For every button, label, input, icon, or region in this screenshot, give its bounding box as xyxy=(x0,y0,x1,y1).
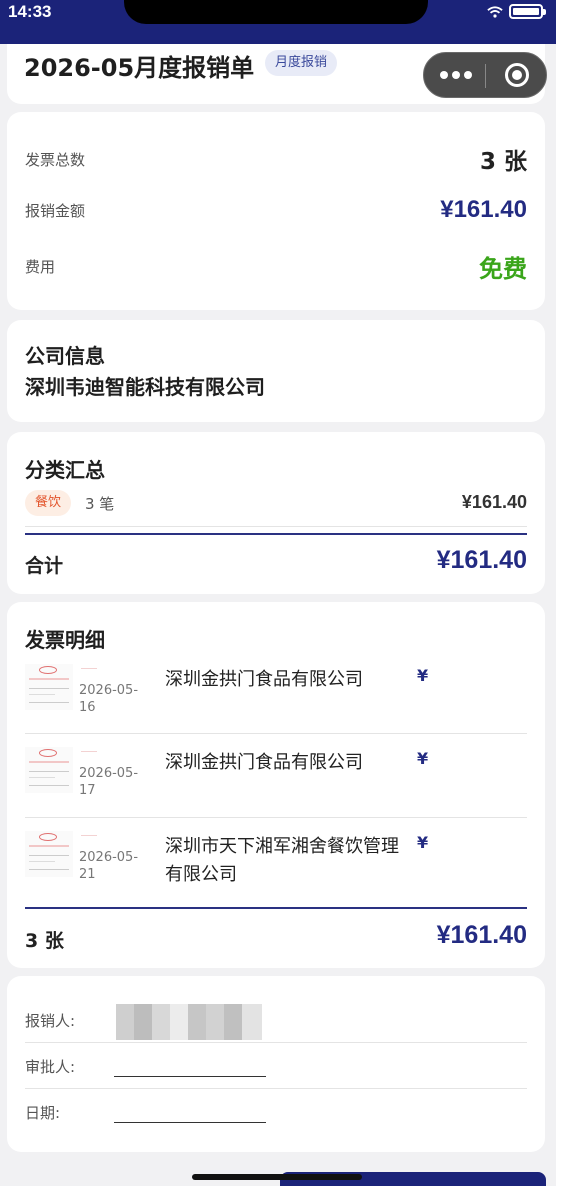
reimburser-label: 报销人: xyxy=(25,1012,76,1030)
amount-value: ¥161.40 xyxy=(440,196,527,223)
divider xyxy=(25,733,527,734)
invoice-date: 2026-05-21 xyxy=(79,850,139,882)
approver-signature-line xyxy=(114,1076,266,1077)
category-section-title: 分类汇总 xyxy=(25,458,105,482)
total-amount: ¥161.40 xyxy=(436,546,527,574)
reimburser-name-redacted xyxy=(116,1004,262,1040)
device-notch xyxy=(124,0,428,24)
invoice-date: 2026-05-17 xyxy=(79,766,139,798)
invoice-thumbnail[interactable] xyxy=(25,664,73,710)
wifi-icon xyxy=(487,5,503,18)
company-name: 深圳韦迪智能科技有限公司 xyxy=(25,375,265,399)
status-time: 14:33 xyxy=(8,2,52,21)
divider xyxy=(25,1042,527,1043)
invoice-vendor: 深圳市天下湘军湘舍餐饮管理有限公司 xyxy=(165,836,399,885)
amount-row: 报销金额 ¥161.40 xyxy=(25,196,527,224)
invoice-detail-card: 发票明细 2026-05-16 深圳金拱门食品有限公司 ¥ 2026-05-17… xyxy=(7,602,545,968)
category-amount: ¥161.40 xyxy=(461,492,527,512)
battery-icon xyxy=(509,4,546,19)
category-card: 分类汇总 餐饮 3 笔 ¥161.40 合计 ¥161.40 xyxy=(7,432,545,594)
invoice-date: 2026-05-16 xyxy=(79,683,139,715)
invoice-count-label: 发票总数 xyxy=(25,150,86,169)
total-divider xyxy=(25,907,527,909)
home-indicator[interactable] xyxy=(192,1174,362,1180)
invoice-vendor: 深圳金拱门食品有限公司 xyxy=(165,669,363,690)
page-body: 2026-05月度报销单 月度报销 发票总数 3 张 报销金额 ¥161.40 … xyxy=(0,44,558,1186)
total-divider xyxy=(25,533,527,535)
fee-label: 费用 xyxy=(25,258,56,276)
status-bar: 14:33 xyxy=(0,0,558,44)
signature-card: 报销人: 审批人: 日期: xyxy=(7,976,545,1152)
total-label: 合计 xyxy=(25,555,64,577)
category-tag-food: 餐饮 xyxy=(25,490,72,516)
right-edge xyxy=(556,0,566,1186)
company-section-title: 公司信息 xyxy=(25,344,105,368)
fee-value: 免费 xyxy=(479,255,527,283)
page-title: 2026-05月度报销单 xyxy=(24,54,255,82)
divider xyxy=(25,1088,527,1089)
invoice-amount: ¥ xyxy=(417,833,429,852)
fee-row: 费用 免费 xyxy=(25,249,527,284)
divider xyxy=(25,526,527,527)
date-signature-line xyxy=(114,1122,266,1123)
invoice-vendor: 深圳金拱门食品有限公司 xyxy=(165,752,363,773)
invoice-row[interactable]: 2026-05-17 深圳金拱门食品有限公司 ¥ xyxy=(25,743,527,827)
divider xyxy=(25,817,527,818)
invoice-amount: ¥ xyxy=(417,666,429,685)
invoice-count-value: 3 张 xyxy=(479,149,527,175)
invoice-section-title: 发票明细 xyxy=(25,628,105,652)
invoice-count-row: 发票总数 3 张 xyxy=(25,142,527,176)
approver-label: 审批人: xyxy=(25,1058,76,1076)
more-icon[interactable] xyxy=(440,71,472,79)
invoice-row[interactable]: 2026-05-21 深圳市天下湘军湘舍餐饮管理有限公司 ¥ xyxy=(25,827,527,911)
mini-program-capsule[interactable] xyxy=(423,52,547,98)
amount-label: 报销金额 xyxy=(25,201,86,220)
invoice-thumbnail[interactable] xyxy=(25,831,73,877)
invoice-row[interactable]: 2026-05-16 深圳金拱门食品有限公司 ¥ xyxy=(25,660,527,744)
date-label: 日期: xyxy=(25,1104,61,1122)
invoice-total-amount: ¥161.40 xyxy=(436,921,527,949)
company-card: 公司信息 深圳韦迪智能科技有限公司 xyxy=(7,320,545,422)
report-type-badge: 月度报销 xyxy=(265,50,338,76)
summary-card: 发票总数 3 张 报销金额 ¥161.40 费用 免费 xyxy=(7,112,545,310)
close-miniprogram-icon[interactable] xyxy=(505,63,529,87)
invoice-amount: ¥ xyxy=(417,749,429,768)
category-count: 3 笔 xyxy=(85,495,115,513)
status-icons xyxy=(487,4,546,19)
invoice-thumbnail[interactable] xyxy=(25,747,73,793)
invoice-total-count: 3 张 xyxy=(25,930,64,952)
